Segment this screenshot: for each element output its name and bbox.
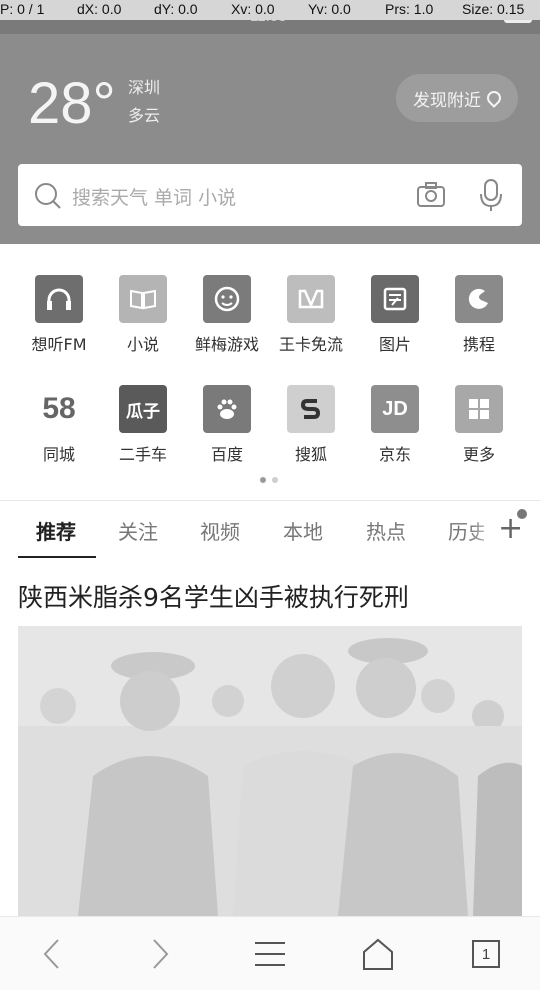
section-divider <box>0 500 540 501</box>
article-headline[interactable]: 陕西米脂杀9名学生凶手被执行死刑 <box>18 578 409 614</box>
pointer-debug-overlay: P: 0 / 1 dX: 0.0 dY: 0.0 Xv: 0.0 Yv: 0.0… <box>0 0 540 20</box>
home-button[interactable] <box>348 929 408 979</box>
guazi-logo-icon: 瓜子 <box>119 385 167 433</box>
shortcut-more[interactable]: 更多 <box>437 385 521 475</box>
temperature[interactable]: 28° <box>28 70 116 137</box>
shortcut-images[interactable]: 图片 <box>353 275 437 365</box>
shortcut-label: 京东 <box>378 445 411 464</box>
tabs-button[interactable]: 1 <box>456 929 516 979</box>
bottom-navigation: 1 <box>0 916 540 990</box>
location-pin-icon <box>484 88 504 108</box>
notification-dot <box>517 509 527 519</box>
hamburger-menu-icon <box>255 942 285 966</box>
58-logo-icon: 58 <box>42 392 76 425</box>
article-photo <box>18 626 522 916</box>
debug-pressure: Prs: 1.0 <box>385 1 434 17</box>
debug-dx: dX: 0.0 <box>77 1 122 17</box>
shortcut-wangka[interactable]: 王卡免流 <box>269 275 353 365</box>
page-dot-active <box>260 477 266 483</box>
jd-logo-icon: JD <box>371 385 419 433</box>
tab-hot[interactable]: 热点 <box>366 516 406 545</box>
forward-button[interactable] <box>130 929 190 979</box>
search-icon <box>35 183 61 209</box>
shortcut-label: 携程 <box>462 335 495 354</box>
tab-video[interactable]: 视频 <box>200 516 240 545</box>
tab-count: 1 <box>472 940 500 968</box>
discover-nearby-label: 发现附近 <box>413 90 481 111</box>
game-face-icon <box>203 275 251 323</box>
shortcut-sohu[interactable]: 搜狐 <box>269 385 353 475</box>
feed-tabs: 推荐 关注 视频 本地 热点 历史 + <box>0 502 540 558</box>
search-bar[interactable]: 搜索天气 单词 小说 <box>18 164 522 226</box>
active-tab-indicator <box>18 556 96 558</box>
tab-follow[interactable]: 关注 <box>118 516 158 545</box>
sohu-logo-icon <box>287 385 335 433</box>
shortcut-label: 小说 <box>126 335 159 354</box>
wangka-icon <box>287 275 335 323</box>
shortcut-row-2: 58 同城 瓜子 二手车 百度 搜狐 JD 京东 更多 <box>17 385 521 475</box>
debug-yv: Yv: 0.0 <box>308 1 351 17</box>
baidu-paw-icon <box>203 385 251 433</box>
shortcut-label: 同城 <box>42 445 75 464</box>
debug-xv: Xv: 0.0 <box>231 1 275 17</box>
search-input[interactable]: 搜索天气 单词 小说 <box>72 183 236 210</box>
shortcut-row-1: 想听FM 小说 鲜梅游戏 王卡免流 图片 携程 <box>17 275 521 365</box>
shortcut-58[interactable]: 58 同城 <box>17 385 101 475</box>
article-image[interactable] <box>18 626 522 916</box>
debug-size: Size: 0.15 <box>462 1 525 17</box>
page-indicator <box>260 477 278 483</box>
book-icon <box>119 275 167 323</box>
microphone-icon[interactable] <box>479 178 503 212</box>
menu-button[interactable] <box>240 929 300 979</box>
shortcut-game[interactable]: 鲜梅游戏 <box>185 275 269 365</box>
tab-fade <box>470 502 500 558</box>
shortcut-novel[interactable]: 小说 <box>101 275 185 365</box>
shortcut-label: 王卡免流 <box>278 335 343 354</box>
shortcut-label: 更多 <box>462 445 495 464</box>
shortcut-label: 图片 <box>378 335 411 354</box>
shortcut-label: 百度 <box>210 445 243 464</box>
weather-condition[interactable]: 多云 <box>128 102 160 126</box>
tab-recommend[interactable]: 推荐 <box>36 516 76 545</box>
image-icon <box>371 275 419 323</box>
city-name[interactable]: 深圳 <box>128 74 160 98</box>
shortcut-baidu[interactable]: 百度 <box>185 385 269 475</box>
home-icon <box>363 938 393 970</box>
shortcut-label: 二手车 <box>118 445 167 464</box>
tab-local[interactable]: 本地 <box>283 516 323 545</box>
debug-dy: dY: 0.0 <box>154 1 198 17</box>
discover-nearby-button[interactable]: 发现附近 <box>396 74 518 122</box>
shortcut-ctrip[interactable]: 携程 <box>437 275 521 365</box>
shortcut-label: 搜狐 <box>294 445 327 464</box>
shortcut-guazi[interactable]: 瓜子 二手车 <box>101 385 185 475</box>
headphones-icon <box>35 275 83 323</box>
shortcut-label: 想听FM <box>31 335 87 354</box>
page-dot <box>272 477 278 483</box>
ctrip-dolphin-icon <box>455 275 503 323</box>
camera-icon[interactable] <box>416 180 446 210</box>
back-button[interactable] <box>22 929 82 979</box>
shortcut-jd[interactable]: JD 京东 <box>353 385 437 475</box>
chevron-right-icon <box>153 939 169 969</box>
debug-pointer: P: 0 / 1 <box>0 1 45 17</box>
shortcut-label: 鲜梅游戏 <box>194 335 259 354</box>
chevron-left-icon <box>43 939 59 969</box>
more-grid-icon <box>455 385 503 433</box>
shortcut-fm[interactable]: 想听FM <box>17 275 101 365</box>
